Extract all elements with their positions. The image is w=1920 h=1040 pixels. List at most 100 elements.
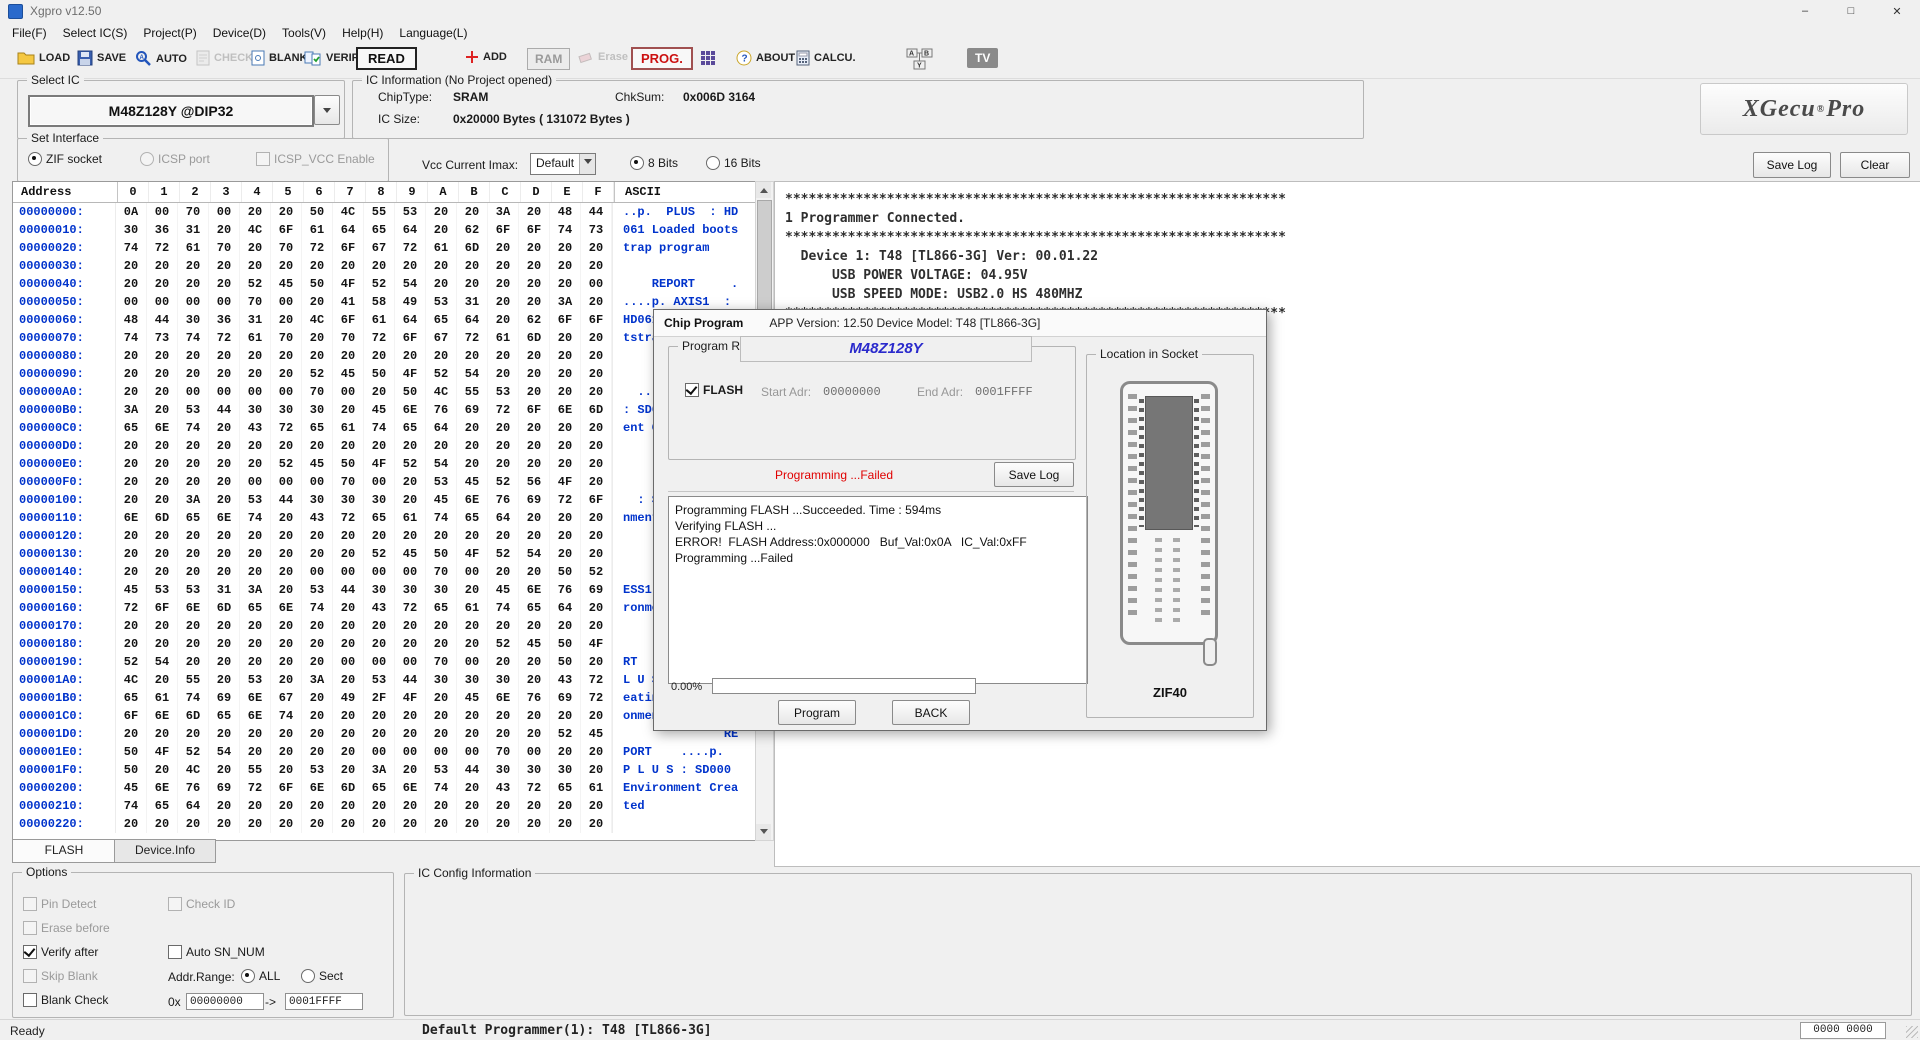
hex-byte-cell[interactable]: 20: [302, 545, 333, 563]
hex-byte-cell[interactable]: 20: [519, 815, 550, 833]
hex-byte-cell[interactable]: 6E: [147, 707, 178, 725]
hex-byte-cell[interactable]: 6F: [519, 221, 550, 239]
hex-byte-cell[interactable]: 20: [488, 311, 519, 329]
hex-byte-cell[interactable]: 20: [426, 347, 457, 365]
hex-byte-cell[interactable]: 20: [550, 383, 581, 401]
hex-byte-cell[interactable]: 20: [426, 689, 457, 707]
hex-byte-cell[interactable]: 00: [364, 563, 395, 581]
hex-byte-cell[interactable]: 31: [457, 293, 488, 311]
hex-byte-cell[interactable]: 4F: [147, 743, 178, 761]
hex-byte-cell[interactable]: 6D: [209, 599, 240, 617]
hex-byte-cell[interactable]: 55: [457, 383, 488, 401]
hex-byte-cell[interactable]: 45: [333, 365, 364, 383]
hex-byte-cell[interactable]: 20: [488, 563, 519, 581]
hex-byte-cell[interactable]: 20: [550, 239, 581, 257]
hex-byte-cell[interactable]: 20: [240, 365, 271, 383]
hex-byte-cell[interactable]: 50: [550, 563, 581, 581]
hex-byte-cell[interactable]: 6D: [457, 239, 488, 257]
hex-byte-cell[interactable]: 52: [488, 635, 519, 653]
hex-byte-cell[interactable]: 00: [116, 293, 147, 311]
hex-byte-cell[interactable]: 20: [116, 347, 147, 365]
hex-byte-cell[interactable]: 20: [302, 617, 333, 635]
hex-byte-cell[interactable]: 20: [147, 491, 178, 509]
hex-byte-cell[interactable]: 4F: [364, 455, 395, 473]
hex-byte-cell[interactable]: 20: [209, 617, 240, 635]
hex-byte-cell[interactable]: 20: [116, 545, 147, 563]
hex-byte-cell[interactable]: 20: [457, 725, 488, 743]
hex-byte-cell[interactable]: 20: [240, 527, 271, 545]
hex-byte-cell[interactable]: 20: [240, 653, 271, 671]
hex-byte-cell[interactable]: 20: [519, 293, 550, 311]
hex-byte-cell[interactable]: 4C: [178, 761, 209, 779]
hex-byte-cell[interactable]: 20: [426, 815, 457, 833]
hex-byte-cell[interactable]: 20: [581, 743, 612, 761]
save-button[interactable]: SAVE: [77, 50, 126, 66]
hex-byte-cell[interactable]: 20: [240, 617, 271, 635]
hex-byte-cell[interactable]: 20: [147, 761, 178, 779]
hex-byte-cell[interactable]: 54: [395, 275, 426, 293]
hex-byte-cell[interactable]: 20: [519, 563, 550, 581]
hex-byte-cell[interactable]: 62: [519, 311, 550, 329]
hex-byte-cell[interactable]: 76: [488, 491, 519, 509]
hex-byte-cell[interactable]: 20: [426, 527, 457, 545]
load-button[interactable]: LOAD: [17, 50, 70, 66]
hex-byte-cell[interactable]: 20: [271, 563, 302, 581]
tab-flash[interactable]: FLASH: [12, 839, 116, 863]
hex-byte-cell[interactable]: 52: [240, 275, 271, 293]
hex-byte-cell[interactable]: 20: [271, 347, 302, 365]
hex-byte-cell[interactable]: 20: [240, 797, 271, 815]
hex-byte-cell[interactable]: 74: [550, 221, 581, 239]
hex-byte-cell[interactable]: 6F: [147, 599, 178, 617]
hex-byte-cell[interactable]: 6E: [457, 491, 488, 509]
hex-byte-cell[interactable]: 65: [116, 689, 147, 707]
hex-byte-cell[interactable]: 6E: [395, 401, 426, 419]
hex-byte-cell[interactable]: 20: [488, 707, 519, 725]
hex-byte-cell[interactable]: 20: [519, 455, 550, 473]
hex-byte-cell[interactable]: 20: [488, 437, 519, 455]
hex-byte-cell[interactable]: 64: [395, 221, 426, 239]
hex-byte-cell[interactable]: 6F: [519, 401, 550, 419]
hex-byte-cell[interactable]: 20: [488, 815, 519, 833]
bits8-radio[interactable]: 8 Bits: [630, 156, 678, 170]
hex-byte-cell[interactable]: 20: [271, 671, 302, 689]
hex-byte-cell[interactable]: 55: [240, 761, 271, 779]
addr-range-sect-radio[interactable]: Sect: [301, 969, 343, 983]
hex-byte-cell[interactable]: 4F: [457, 545, 488, 563]
hex-byte-cell[interactable]: 20: [457, 203, 488, 221]
blank-button[interactable]: BLANK: [251, 50, 308, 66]
hex-byte-cell[interactable]: 20: [426, 707, 457, 725]
hex-byte-cell[interactable]: 31: [240, 311, 271, 329]
hex-byte-cell[interactable]: 20: [581, 473, 612, 491]
hex-byte-cell[interactable]: 20: [178, 455, 209, 473]
hex-byte-cell[interactable]: 20: [333, 725, 364, 743]
hex-byte-cell[interactable]: 53: [395, 203, 426, 221]
hex-byte-cell[interactable]: 70: [333, 329, 364, 347]
hex-byte-cell[interactable]: 52: [364, 545, 395, 563]
hex-byte-cell[interactable]: 6F: [116, 707, 147, 725]
hex-byte-cell[interactable]: 69: [209, 689, 240, 707]
hex-byte-cell[interactable]: 62: [457, 221, 488, 239]
hex-byte-cell[interactable]: 00: [364, 653, 395, 671]
hex-byte-cell[interactable]: 3A: [550, 293, 581, 311]
hex-byte-cell[interactable]: 20: [302, 293, 333, 311]
hex-byte-cell[interactable]: 65: [240, 599, 271, 617]
hex-byte-cell[interactable]: 20: [395, 761, 426, 779]
hex-byte-cell[interactable]: 20: [457, 275, 488, 293]
blank-check-checkbox[interactable]: Blank Check: [23, 993, 108, 1007]
scrollbar-thumb[interactable]: [757, 200, 772, 312]
hex-byte-cell[interactable]: 65: [209, 707, 240, 725]
hex-byte-cell[interactable]: 6D: [581, 401, 612, 419]
range-to-input[interactable]: [285, 993, 363, 1010]
hex-byte-cell[interactable]: 52: [550, 725, 581, 743]
hex-byte-cell[interactable]: 20: [271, 635, 302, 653]
hex-byte-cell[interactable]: 64: [178, 797, 209, 815]
menu-item[interactable]: File(F): [4, 24, 55, 42]
hex-byte-cell[interactable]: 20: [364, 797, 395, 815]
hex-byte-cell[interactable]: 50: [302, 203, 333, 221]
hex-byte-cell[interactable]: 64: [550, 599, 581, 617]
hex-byte-cell[interactable]: 20: [488, 797, 519, 815]
hex-byte-cell[interactable]: 20: [333, 401, 364, 419]
hex-byte-cell[interactable]: 20: [302, 347, 333, 365]
hex-byte-cell[interactable]: 65: [302, 419, 333, 437]
hex-byte-cell[interactable]: 20: [240, 815, 271, 833]
